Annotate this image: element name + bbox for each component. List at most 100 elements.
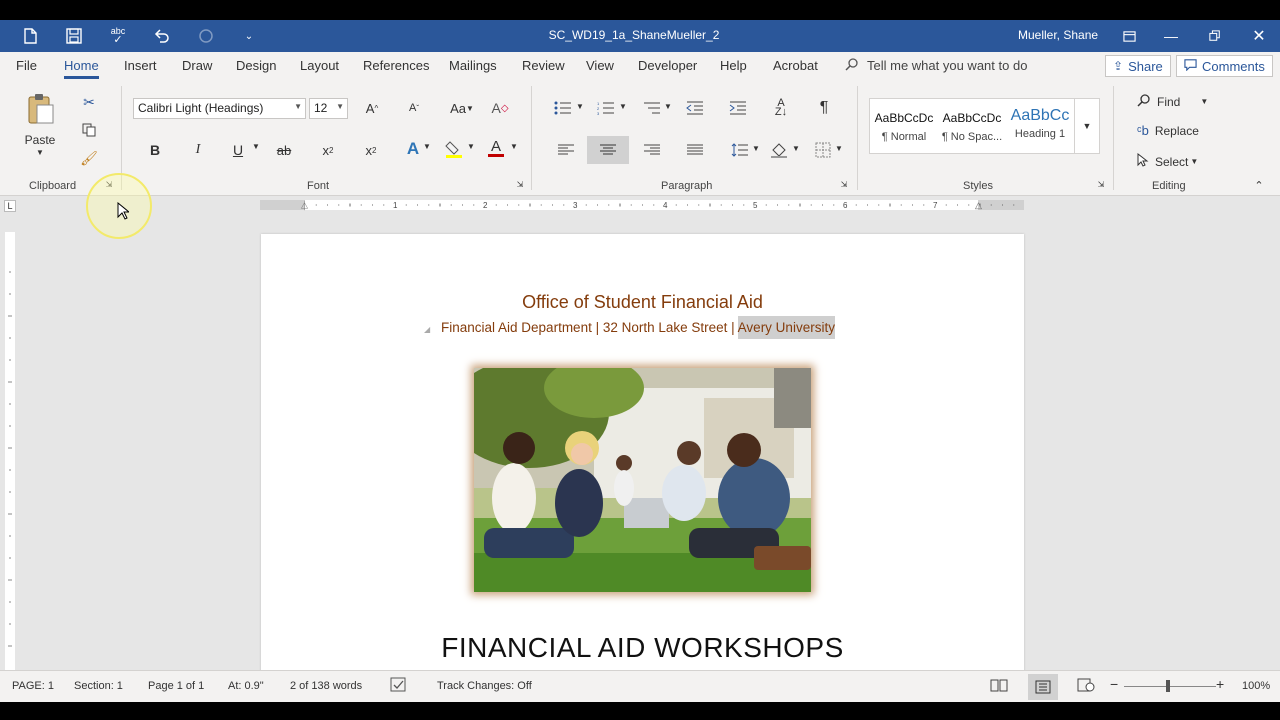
select-button[interactable]: Select ▼	[1137, 152, 1198, 170]
tab-review[interactable]: Review	[522, 58, 565, 73]
line-spacing-icon[interactable]	[729, 140, 751, 160]
horizontal-ruler[interactable]: 1 2 3 4 5 6 7 ⏃ △	[260, 199, 1024, 212]
indent-marker-icon[interactable]: ⏃	[300, 199, 309, 212]
replace-button[interactable]: ᶜb Replace	[1137, 123, 1199, 138]
zoom-slider-thumb[interactable]	[1166, 680, 1170, 692]
status-word-count[interactable]: 2 of 138 words	[290, 680, 362, 692]
read-mode-icon[interactable]	[990, 678, 1008, 695]
bullets-dropdown-icon[interactable]: ▼	[575, 102, 585, 111]
bold-button[interactable]: B	[145, 140, 165, 160]
increase-indent-icon[interactable]	[727, 98, 749, 118]
close-icon[interactable]: ✕	[1246, 24, 1272, 48]
shading-dropdown-icon[interactable]: ▼	[791, 144, 801, 153]
clear-formatting-icon[interactable]: A ◇	[489, 98, 511, 118]
align-left-icon[interactable]	[555, 140, 577, 160]
highlight-icon[interactable]	[443, 138, 465, 160]
paste-icon[interactable]	[24, 92, 56, 126]
tab-view[interactable]: View	[586, 58, 614, 73]
document-page[interactable]: Office of Student Financial Aid ◢ Financ…	[261, 234, 1024, 674]
tab-draw[interactable]: Draw	[182, 58, 212, 73]
styles-more-icon[interactable]: ▼	[1074, 98, 1100, 154]
underline-button[interactable]: U	[228, 140, 248, 160]
paste-label[interactable]: Paste	[20, 133, 60, 147]
zoom-slider[interactable]	[1124, 686, 1216, 687]
tab-acrobat[interactable]: Acrobat	[773, 58, 818, 73]
borders-dropdown-icon[interactable]: ▼	[834, 144, 844, 153]
style-normal[interactable]: AaBbCcDc ¶ Normal	[870, 99, 938, 153]
user-name[interactable]: Mueller, Shane	[1018, 28, 1098, 42]
tab-developer[interactable]: Developer	[638, 58, 697, 73]
tab-mailings[interactable]: Mailings	[449, 58, 497, 73]
collapse-heading-icon[interactable]: ◢	[424, 325, 430, 334]
status-page[interactable]: PAGE: 1	[12, 680, 54, 692]
multilevel-dropdown-icon[interactable]: ▼	[663, 102, 673, 111]
multilevel-list-icon[interactable]	[641, 98, 663, 118]
status-page-of[interactable]: Page 1 of 1	[148, 680, 204, 692]
line-spacing-dropdown-icon[interactable]: ▼	[751, 144, 761, 153]
borders-icon[interactable]	[812, 140, 834, 160]
change-case-icon[interactable]: Aa ▼	[448, 98, 476, 118]
status-track-changes[interactable]: Track Changes: Off	[437, 680, 532, 692]
document-title-heading[interactable]: FINANCIAL AID WORKSHOPS	[261, 632, 1024, 664]
tab-help[interactable]: Help	[720, 58, 747, 73]
document-heading[interactable]: Office of Student Financial Aid	[261, 292, 1024, 313]
bullets-icon[interactable]	[552, 98, 574, 118]
align-center-button[interactable]	[587, 136, 629, 164]
style-heading-1[interactable]: AaBbCc Heading 1	[1006, 99, 1074, 153]
selected-text[interactable]: Avery University	[737, 316, 835, 339]
show-formatting-marks-icon[interactable]: ¶	[813, 98, 835, 118]
italic-button[interactable]: I	[188, 140, 208, 160]
print-layout-icon[interactable]	[1028, 674, 1058, 700]
numbering-icon[interactable]: 123	[595, 98, 617, 118]
document-subheading[interactable]: Financial Aid Department | 32 North Lake…	[441, 316, 835, 339]
tab-design[interactable]: Design	[236, 58, 276, 73]
shading-icon[interactable]	[768, 140, 790, 160]
text-effects-dropdown-icon[interactable]: ▼	[422, 142, 432, 151]
font-launcher-icon[interactable]: ⇲	[515, 180, 525, 189]
highlight-dropdown-icon[interactable]: ▼	[466, 142, 476, 151]
numbering-dropdown-icon[interactable]: ▼	[618, 102, 628, 111]
tab-selector-icon[interactable]: L	[4, 200, 16, 212]
proofing-icon[interactable]	[390, 677, 408, 696]
zoom-level[interactable]: 100%	[1242, 680, 1270, 692]
font-color-button[interactable]: A	[486, 137, 506, 159]
tell-me-search[interactable]: Tell me what you want to do	[845, 57, 1027, 74]
tab-insert[interactable]: Insert	[124, 58, 157, 73]
superscript-button[interactable]: x2	[361, 140, 381, 160]
font-color-dropdown-icon[interactable]: ▼	[509, 142, 519, 151]
students-photo[interactable]	[474, 368, 811, 592]
align-right-icon[interactable]	[641, 140, 663, 160]
find-button[interactable]: Find ▼	[1137, 93, 1208, 110]
comments-button[interactable]: Comments	[1176, 55, 1273, 77]
restore-icon[interactable]	[1202, 24, 1228, 48]
tab-references[interactable]: References	[363, 58, 429, 73]
format-painter-icon[interactable]: 🖌	[79, 148, 99, 168]
right-indent-marker-icon[interactable]: △	[975, 200, 982, 211]
styles-launcher-icon[interactable]: ⇲	[1096, 180, 1106, 189]
justify-icon[interactable]	[684, 140, 706, 160]
ribbon-display-options-icon[interactable]	[1116, 24, 1142, 48]
cut-icon[interactable]: ✂	[79, 92, 99, 112]
tab-layout[interactable]: Layout	[300, 58, 339, 73]
status-section[interactable]: Section: 1	[74, 680, 123, 692]
minimize-icon[interactable]: —	[1158, 24, 1184, 48]
font-size-field[interactable]: 12 ▼	[309, 98, 348, 119]
paste-dropdown-icon[interactable]: ▼	[30, 148, 50, 157]
web-layout-icon[interactable]	[1077, 678, 1095, 695]
vertical-ruler[interactable]	[5, 232, 15, 670]
font-name-field[interactable]: Calibri Light (Headings) ▼	[133, 98, 306, 119]
grow-font-icon[interactable]: A ^	[362, 98, 382, 118]
decrease-indent-icon[interactable]	[684, 98, 706, 118]
status-at[interactable]: At: 0.9"	[228, 680, 264, 692]
underline-dropdown-icon[interactable]: ▼	[251, 142, 261, 151]
share-button[interactable]: ⇪ Share	[1105, 55, 1171, 77]
tab-home[interactable]: Home	[64, 58, 99, 73]
shrink-font-icon[interactable]: Aˇ	[404, 98, 424, 118]
copy-icon[interactable]	[79, 120, 99, 140]
style-no-spacing[interactable]: AaBbCcDc ¶ No Spac...	[938, 99, 1006, 153]
subscript-button[interactable]: x2	[318, 140, 338, 160]
text-effects-button[interactable]: A	[403, 138, 423, 160]
collapse-ribbon-icon[interactable]: ⌃	[1252, 179, 1266, 192]
sort-icon[interactable]: A Z↓	[770, 98, 792, 118]
zoom-out-icon[interactable]: −	[1110, 676, 1118, 692]
